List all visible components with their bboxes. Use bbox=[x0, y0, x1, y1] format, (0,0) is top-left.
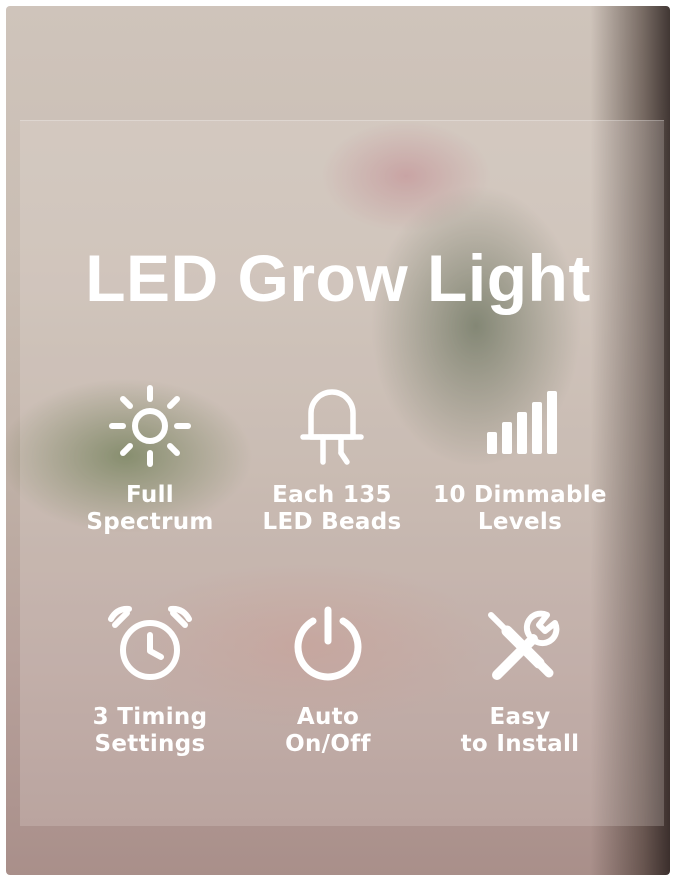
tools-icon bbox=[488, 610, 560, 680]
feature-label: Full Spectrum bbox=[86, 482, 214, 535]
feature-label: Each 135 LED Beads bbox=[262, 482, 402, 535]
page-title: LED Grow Light bbox=[85, 241, 591, 315]
feature-label: 3 Timing Settings bbox=[92, 704, 208, 757]
alarm-clock-icon bbox=[108, 605, 192, 680]
feature-led-beads: Each 135 LED Beads bbox=[232, 385, 432, 536]
sun-icon bbox=[109, 385, 191, 467]
feature-full-spectrum: Full Spectrum bbox=[50, 385, 250, 536]
feature-dimmable-levels: 10 Dimmable Levels bbox=[420, 385, 620, 536]
led-bulb-icon bbox=[300, 389, 364, 465]
feature-label: Auto On/Off bbox=[285, 704, 371, 757]
signal-bars-icon bbox=[487, 391, 557, 454]
feature-label: Easy to Install bbox=[460, 704, 580, 757]
feature-label: 10 Dimmable Levels bbox=[433, 482, 607, 535]
power-icon bbox=[294, 606, 362, 681]
feature-auto-on-off: Auto On/Off bbox=[228, 605, 428, 758]
feature-easy-install: Easy to Install bbox=[420, 605, 620, 758]
feature-timing-settings: 3 Timing Settings bbox=[50, 605, 250, 758]
